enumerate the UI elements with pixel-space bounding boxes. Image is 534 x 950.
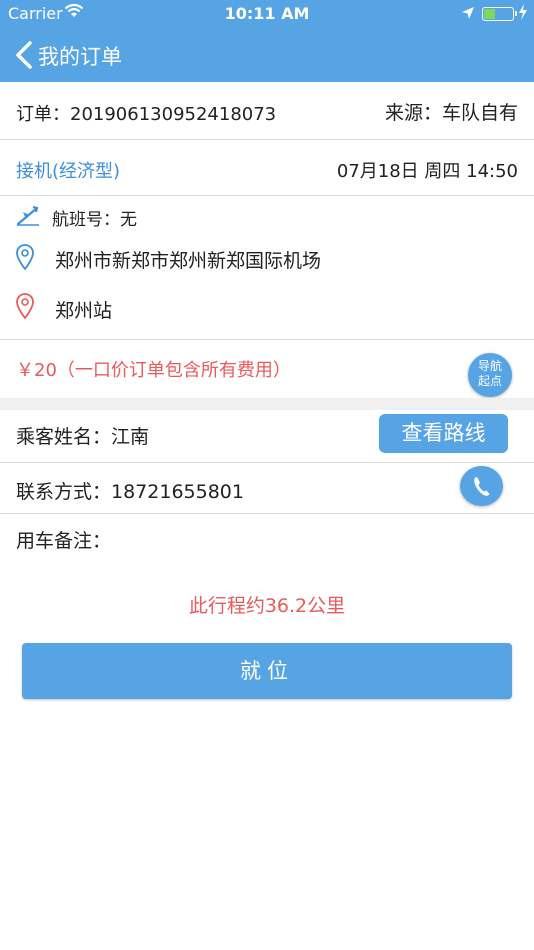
header-bar: Carrier 10:11 AM 我的订单: [0, 0, 534, 82]
origin-pin-icon: [16, 244, 34, 274]
battery-icon: [482, 7, 517, 21]
navigate-start-button[interactable]: 导航 起点: [468, 353, 512, 397]
section-gap: [0, 398, 534, 410]
nav-bar: 我的订单: [0, 28, 534, 82]
origin-address: 郑州市新郑市郑州新郑国际机场: [55, 250, 322, 272]
service-datetime: 07月18日 周四 14:50: [336, 161, 518, 182]
price-text: ￥20（一口价订单包含所有费用）: [16, 360, 291, 381]
order-source: 来源：车队自有: [384, 102, 518, 124]
destination-address: 郑州站: [55, 300, 113, 322]
divider: [0, 339, 534, 340]
destination-pin-icon: [16, 293, 34, 323]
view-route-button[interactable]: 查看路线: [379, 414, 508, 453]
phone-icon: [460, 477, 503, 510]
trip-distance: 此行程约36.2公里: [188, 595, 346, 617]
location-arrow-icon: [461, 5, 475, 24]
ride-remark: 用车备注：: [16, 530, 112, 552]
flight-number: 航班号：无: [52, 210, 137, 230]
airplane-icon: [15, 203, 41, 231]
divider: [0, 195, 534, 196]
order-number: 订单：201906130952418073: [16, 104, 277, 125]
divider: [0, 513, 534, 514]
page-title[interactable]: 我的订单: [38, 41, 122, 71]
status-time: 10:11 AM: [224, 4, 310, 23]
navigate-start-label-1: 导航: [477, 359, 502, 373]
charging-icon: [518, 4, 528, 24]
in-position-button[interactable]: 就位: [22, 643, 512, 699]
contact-phone: 联系方式：18721655801: [16, 481, 244, 503]
back-chevron-icon[interactable]: [12, 40, 36, 70]
passenger-name: 乘客姓名：江南: [16, 426, 150, 448]
call-button[interactable]: [460, 466, 503, 506]
service-type: 接机(经济型): [16, 161, 121, 182]
divider: [0, 462, 534, 463]
status-bar: Carrier 10:11 AM: [0, 0, 534, 28]
navigate-start-label-2: 起点: [477, 374, 502, 388]
divider: [0, 139, 534, 140]
